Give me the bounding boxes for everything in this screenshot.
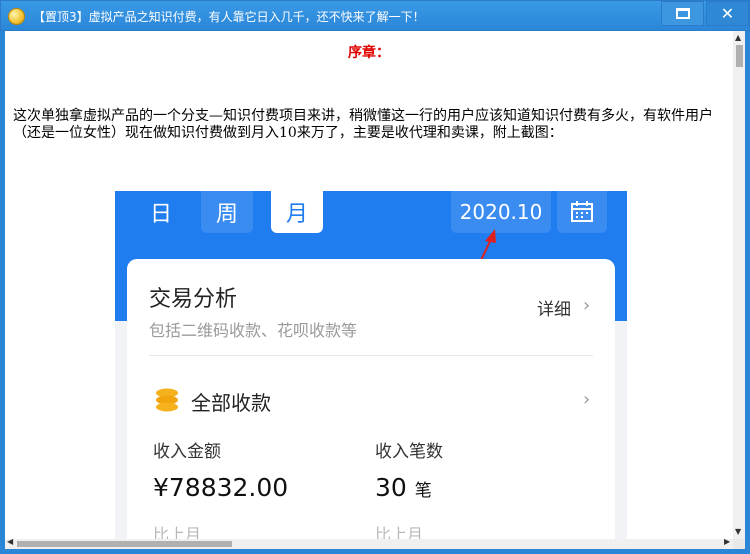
income-count-label: 收入笔数 (375, 442, 443, 462)
embedded-screenshot: 日 周 月 2020.10 交易分析 包括二维码收款、花呗收款等 详细 › 全部… (115, 191, 627, 539)
close-button[interactable]: ✕ (706, 1, 749, 26)
transaction-card: 交易分析 包括二维码收款、花呗收款等 详细 › 全部收款 › 收入金额 ¥788… (127, 259, 615, 539)
title-bar: 【置顶3】虚拟产品之知识付费，有人靠它日入几千，还不快来了解一下！ ✕ (0, 0, 750, 31)
income-amount-label: 收入金额 (153, 442, 221, 462)
compare-label: 比上月 (153, 525, 202, 539)
income-count-unit: 笔 (414, 481, 432, 501)
income-amount-value: ¥78832.00 (153, 473, 289, 502)
article-heading: 序章： (348, 45, 390, 61)
maximize-button[interactable] (661, 1, 704, 26)
chevron-right-icon: › (583, 295, 591, 316)
card-subtitle: 包括二维码收款、花呗收款等 (149, 321, 358, 340)
horizontal-scrollbar[interactable]: ◀ ▶ (5, 537, 745, 549)
detail-link: 详细 (537, 300, 571, 320)
card-title: 交易分析 (149, 287, 238, 312)
scrollbar-corner (733, 539, 745, 549)
vertical-scroll-thumb[interactable] (736, 45, 743, 67)
chevron-right-icon: › (583, 389, 591, 410)
maximize-icon (675, 8, 690, 19)
window-title: 【置顶3】虚拟产品之知识付费，有人靠它日入几千，还不快来了解一下！ (33, 10, 425, 24)
scroll-down-icon[interactable]: ▼ (735, 527, 741, 536)
all-payments-label: 全部收款 (191, 391, 271, 415)
divider (149, 355, 593, 356)
horizontal-scroll-thumb[interactable] (17, 541, 232, 547)
vertical-scrollbar[interactable]: ▲ ▼ (733, 31, 745, 539)
article-paragraph: 这次单独拿虚拟产品的一个分支—知识付费项目来讲，稍微懂这一行的用户应该知道知识付… (13, 108, 713, 141)
scroll-right-icon[interactable]: ▶ (724, 537, 730, 546)
income-count-value: 30 (375, 473, 407, 502)
scroll-left-icon[interactable]: ◀ (7, 537, 13, 546)
article-content: 序章： 这次单独拿虚拟产品的一个分支—知识付费项目来讲，稍微懂这一行的用户应该知… (5, 31, 733, 539)
app-icon (8, 8, 25, 25)
scroll-up-icon[interactable]: ▲ (735, 33, 741, 42)
income-count: 30 笔 (375, 473, 432, 502)
compare-label: 比上月 (375, 525, 424, 539)
coins-icon (156, 388, 178, 412)
